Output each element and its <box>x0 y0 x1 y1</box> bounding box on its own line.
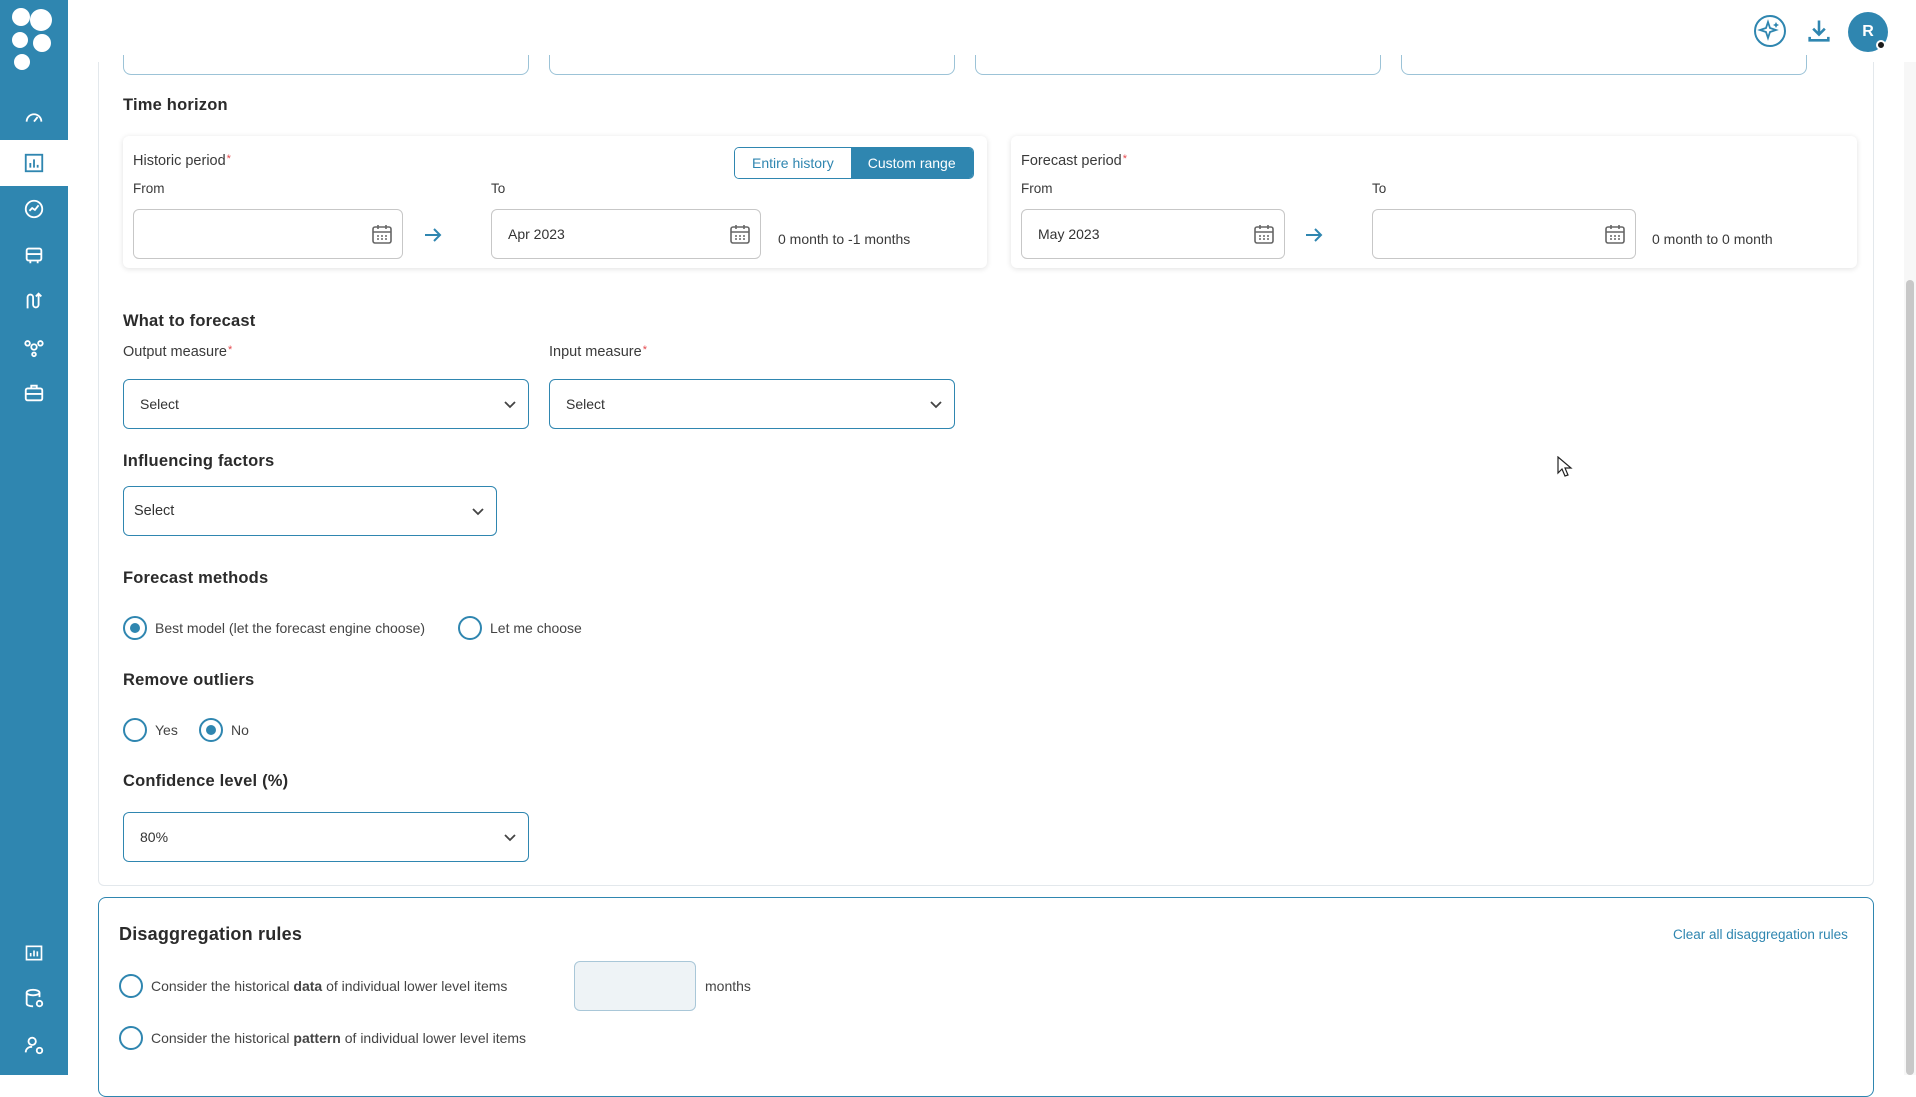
top-field-3[interactable] <box>975 55 1381 75</box>
bar-chart-icon <box>24 153 44 173</box>
confidence-level-value: 80% <box>140 829 169 845</box>
scrollbar-thumb[interactable] <box>1906 280 1914 1075</box>
months-input[interactable] <box>574 961 696 1011</box>
download-icon <box>1808 20 1830 42</box>
input-measure-select[interactable]: Select <box>549 379 955 429</box>
top-field-4[interactable] <box>1401 55 1807 75</box>
network-icon <box>24 340 44 358</box>
historic-to-value: Apr 2023 <box>508 226 565 242</box>
chevron-down-icon <box>930 401 942 409</box>
influencing-factors-select[interactable]: Select <box>123 486 497 536</box>
output-measure-select[interactable]: Select <box>123 379 529 429</box>
top-bar <box>68 0 1916 62</box>
months-label: months <box>705 978 751 994</box>
sidebar-item-flow[interactable] <box>21 288 47 314</box>
outliers-yes-radio[interactable] <box>123 718 147 742</box>
input-measure-value: Select <box>566 396 605 412</box>
top-field-1[interactable] <box>123 55 529 75</box>
forecast-range-text: 0 month to 0 month <box>1652 231 1773 247</box>
historic-to-label: To <box>491 181 506 196</box>
custom-range-option[interactable]: Custom range <box>850 148 973 178</box>
chevron-down-icon <box>504 401 516 409</box>
forecast-period-label: Forecast period* <box>1021 153 1128 169</box>
output-measure-value: Select <box>140 396 179 412</box>
status-dot <box>1876 40 1886 50</box>
outliers-no-radio[interactable] <box>199 718 223 742</box>
sidebar-item-transport[interactable] <box>21 242 47 268</box>
sidebar <box>0 0 68 1075</box>
forecast-to-label: To <box>1372 181 1387 196</box>
historic-range-text: 0 month to -1 months <box>778 231 911 247</box>
toolbox-icon <box>24 384 44 402</box>
mouse-cursor-icon <box>1557 456 1573 477</box>
outliers-yes-label[interactable]: Yes <box>155 722 178 738</box>
arrow-right-icon <box>1306 228 1323 242</box>
calendar-icon[interactable] <box>728 222 752 246</box>
forecast-from-label: From <box>1021 181 1053 196</box>
avatar-initial: R <box>1862 23 1874 40</box>
forecast-from-value: May 2023 <box>1038 226 1100 242</box>
disaggregation-rules-card <box>98 897 1874 1097</box>
influencing-factors-title: Influencing factors <box>123 452 275 470</box>
let-me-choose-label[interactable]: Let me choose <box>490 620 582 636</box>
historic-period-label: Historic period* <box>133 153 231 169</box>
sidebar-item-network[interactable] <box>21 334 47 360</box>
disaggregation-rules-title: Disaggregation rules <box>119 924 303 944</box>
download-button[interactable] <box>1801 13 1837 49</box>
calendar-icon[interactable] <box>370 222 394 246</box>
top-field-2[interactable] <box>549 55 955 75</box>
forecast-to-date-input[interactable] <box>1372 209 1636 259</box>
entire-history-option[interactable]: Entire history <box>735 148 851 178</box>
clear-all-disaggregation-link[interactable]: Clear all disaggregation rules <box>1673 927 1848 942</box>
sidebar-item-dashboard[interactable] <box>21 104 47 130</box>
ai-assistant-button[interactable] <box>1752 13 1788 49</box>
report-icon <box>25 945 43 961</box>
remove-outliers-title: Remove outliers <box>123 671 255 689</box>
what-to-forecast-title: What to forecast <box>123 312 256 330</box>
output-measure-label: Output measure* <box>123 344 233 360</box>
briefcase-icon <box>25 247 43 264</box>
chevron-down-icon <box>504 834 516 842</box>
forecast-methods-title: Forecast methods <box>123 569 269 587</box>
history-range-toggle[interactable]: Entire history Custom range <box>734 147 974 179</box>
let-me-choose-radio[interactable] <box>458 616 482 640</box>
historic-from-label: From <box>133 181 165 196</box>
best-model-label[interactable]: Best model (let the forecast engine choo… <box>155 620 425 636</box>
influencing-factors-value: Select <box>134 503 175 519</box>
forecast-from-date-input[interactable]: May 2023 <box>1021 209 1285 259</box>
sidebar-item-toolbox[interactable] <box>21 380 47 406</box>
sidebar-item-data-settings[interactable] <box>21 986 47 1012</box>
calendar-icon[interactable] <box>1603 222 1627 246</box>
historic-to-date-input[interactable]: Apr 2023 <box>491 209 761 259</box>
sidebar-item-user-settings[interactable] <box>21 1032 47 1058</box>
best-model-radio[interactable] <box>123 616 147 640</box>
arrow-right-icon <box>425 228 442 242</box>
chevron-down-icon <box>472 508 484 516</box>
sidebar-item-reports[interactable] <box>21 940 47 966</box>
historical-pattern-label[interactable]: Consider the historical pattern of indiv… <box>151 1030 526 1046</box>
database-settings-icon <box>25 988 44 1008</box>
dashboard-gauge-icon <box>25 113 43 123</box>
historical-pattern-radio[interactable] <box>119 1026 143 1050</box>
historical-data-radio[interactable] <box>119 974 143 998</box>
ai-sparkle-icon <box>1754 15 1786 47</box>
sidebar-item-forecast[interactable] <box>21 150 47 176</box>
sidebar-item-analytics[interactable] <box>21 196 47 222</box>
historical-data-label[interactable]: Consider the historical data of individu… <box>151 978 507 994</box>
calendar-icon[interactable] <box>1252 222 1276 246</box>
trend-circle-icon <box>24 199 44 219</box>
historic-from-date-input[interactable] <box>133 209 403 259</box>
confidence-level-title: Confidence level (%) <box>123 772 289 790</box>
time-horizon-title: Time horizon <box>123 96 228 114</box>
confidence-level-select[interactable]: 80% <box>123 812 529 862</box>
outliers-no-label[interactable]: No <box>231 722 249 738</box>
user-settings-icon <box>24 1036 44 1055</box>
app-logo[interactable] <box>8 4 60 72</box>
input-measure-label: Input measure* <box>549 344 647 360</box>
flow-icon <box>26 292 42 309</box>
